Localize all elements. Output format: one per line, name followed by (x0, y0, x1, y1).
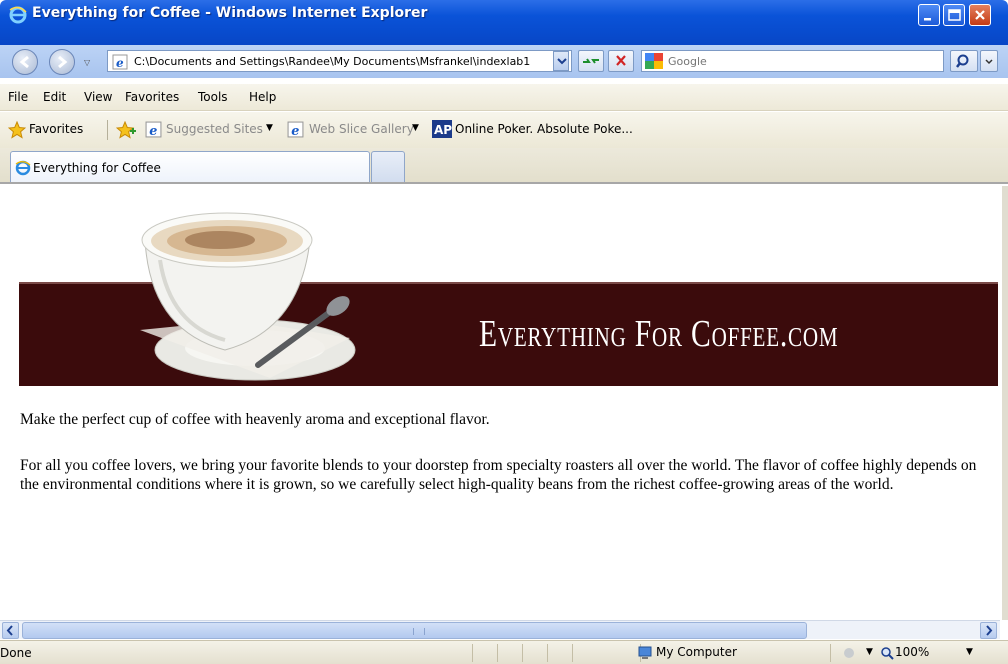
menu-file[interactable]: File (8, 90, 28, 104)
forward-button[interactable] (49, 49, 75, 75)
ie-page-icon: e (145, 121, 162, 138)
scroll-grip (413, 628, 425, 635)
back-button[interactable] (12, 49, 38, 75)
address-bar[interactable]: e C:\Documents and Settings\Randee\My Do… (107, 50, 572, 72)
horizontal-scrollbar[interactable] (0, 620, 1000, 639)
poker-site-icon: AP (432, 120, 452, 138)
menu-edit[interactable]: Edit (43, 90, 66, 104)
search-input[interactable] (668, 54, 938, 69)
suggested-sites-dropdown-icon[interactable]: ▼ (266, 123, 273, 133)
search-box[interactable] (641, 50, 944, 72)
magnifier-icon (956, 54, 969, 68)
favorites-button[interactable]: Favorites (29, 122, 83, 136)
security-zone[interactable]: My Computer (656, 645, 737, 659)
chevron-right-icon (986, 625, 993, 636)
refresh-button[interactable] (578, 50, 604, 72)
address-dropdown-button[interactable] (553, 51, 569, 71)
status-divider (522, 644, 523, 662)
window-title: Everything for Coffee - Windows Internet… (32, 5, 428, 21)
ie-logo-icon (9, 6, 27, 24)
chevron-left-icon (6, 625, 13, 636)
web-slice-gallery-link[interactable]: Web Slice Gallery (309, 122, 414, 136)
status-divider (830, 644, 831, 662)
menu-help[interactable]: Help (249, 90, 276, 104)
page-icon: e (112, 54, 128, 70)
web-slice-dropdown-icon[interactable]: ▼ (412, 123, 419, 133)
minimize-button[interactable] (918, 4, 940, 26)
add-favorites-icon[interactable] (116, 121, 136, 139)
tab-bar: Everything for Coffee (0, 148, 1008, 184)
close-window-button[interactable] (969, 4, 991, 26)
computer-zone-icon (638, 646, 652, 659)
suggested-sites-link[interactable]: Suggested Sites (166, 122, 263, 136)
status-divider (497, 644, 498, 662)
favorites-bar: Favorites e Suggested Sites ▼ e Web Slic… (0, 112, 1008, 148)
status-text: Done (0, 646, 32, 660)
search-button[interactable] (950, 50, 978, 72)
tab-label: Everything for Coffee (33, 161, 161, 175)
close-icon (975, 10, 985, 20)
protected-mode-dropdown-icon[interactable]: ▼ (866, 647, 873, 657)
ie-logo-icon (15, 160, 31, 176)
chevron-down-icon (985, 59, 993, 65)
status-bar: Done My Computer ▼ 100% ▼ (0, 640, 1008, 664)
stop-button[interactable] (608, 50, 634, 72)
stop-icon (616, 55, 626, 66)
maximize-button[interactable] (943, 4, 965, 26)
favorites-separator (107, 120, 108, 140)
status-divider (547, 644, 548, 662)
menu-view[interactable]: View (84, 90, 112, 104)
menu-favorites[interactable]: Favorites (125, 90, 179, 104)
favorites-star-icon (8, 121, 26, 139)
window-edge (1002, 186, 1008, 620)
zoom-dropdown-icon[interactable]: ▼ (966, 647, 973, 657)
zoom-icon (881, 647, 894, 660)
chevron-down-icon (557, 58, 567, 65)
menu-bar: File Edit View Favorites Tools Help (0, 84, 1008, 111)
title-bar: Everything for Coffee - Windows Internet… (0, 0, 1008, 45)
google-icon (645, 53, 663, 69)
scroll-right-button[interactable] (980, 622, 997, 639)
coffee-cup-image (140, 212, 356, 381)
ie-page-icon: e (287, 121, 304, 138)
address-url: C:\Documents and Settings\Randee\My Docu… (134, 55, 531, 68)
svg-text:e: e (149, 124, 157, 138)
status-divider (472, 644, 473, 662)
search-options-button[interactable] (980, 50, 998, 72)
maximize-icon (948, 9, 961, 21)
banner-title: Everything For Coffee.com (479, 313, 839, 355)
svg-text:e: e (116, 56, 124, 70)
forward-arrow-icon (58, 55, 68, 69)
zoom-level[interactable]: 100% (895, 645, 929, 659)
new-tab-button[interactable] (371, 151, 405, 182)
refresh-icon (583, 58, 599, 64)
page-content: Everything For Coffee.com Make the perfe… (0, 186, 1002, 620)
menu-tools[interactable]: Tools (198, 90, 228, 104)
minimize-icon (924, 18, 931, 21)
online-poker-link[interactable]: Online Poker. Absolute Poke... (455, 122, 633, 136)
status-divider (572, 644, 573, 662)
protected-mode-icon[interactable] (842, 646, 856, 660)
tab-everything-for-coffee[interactable]: Everything for Coffee (10, 151, 370, 182)
scroll-left-button[interactable] (2, 622, 19, 639)
svg-text:e: e (291, 124, 299, 138)
description-paragraph: For all you coffee lovers, we bring your… (20, 457, 977, 493)
intro-paragraph: Make the perfect cup of coffee with heav… (20, 411, 490, 428)
svg-text:AP: AP (434, 123, 452, 137)
back-arrow-icon (19, 55, 29, 69)
scroll-thumb[interactable] (22, 622, 807, 639)
recent-pages-dropdown[interactable]: ▽ (84, 58, 90, 67)
